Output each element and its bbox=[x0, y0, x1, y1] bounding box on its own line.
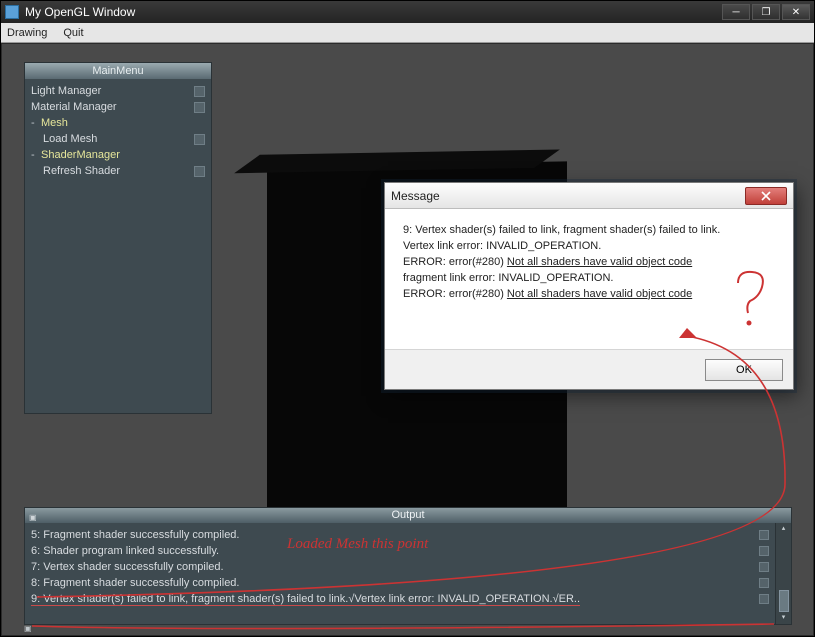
mainmenu-tree: Light Manager Material Manager -Mesh Loa… bbox=[25, 79, 211, 183]
menu-drawing[interactable]: Drawing bbox=[7, 27, 47, 39]
window-titlebar: My OpenGL Window ─ ❐ ✕ bbox=[1, 1, 814, 23]
scroll-down-icon[interactable]: ▾ bbox=[779, 614, 789, 622]
tree-item-load-mesh[interactable]: Load Mesh bbox=[29, 131, 207, 147]
menu-quit[interactable]: Quit bbox=[63, 27, 83, 39]
collapse-icon[interactable]: - bbox=[31, 149, 39, 161]
dialog-text-line: ERROR: error(#280) Not all shaders have … bbox=[403, 255, 775, 271]
dialog-text-line: 9: Vertex shader(s) failed to link, frag… bbox=[403, 223, 775, 239]
minimize-button[interactable]: ─ bbox=[722, 4, 750, 20]
log-line[interactable]: 8: Fragment shader successfully compiled… bbox=[31, 575, 769, 591]
panel-pin-icon[interactable]: ▣ bbox=[29, 510, 37, 525]
checkbox-icon[interactable] bbox=[194, 102, 205, 113]
scroll-up-icon[interactable]: ▴ bbox=[779, 525, 789, 533]
checkbox-icon[interactable] bbox=[759, 578, 769, 588]
output-header: ▣ Output bbox=[25, 508, 791, 523]
collapse-icon[interactable]: - bbox=[31, 117, 39, 129]
app-icon bbox=[5, 5, 19, 19]
checkbox-icon[interactable] bbox=[194, 134, 205, 145]
checkbox-icon[interactable] bbox=[759, 594, 769, 604]
dialog-text-line: ERROR: error(#280) Not all shaders have … bbox=[403, 287, 775, 303]
dialog-body: 9: Vertex shader(s) failed to link, frag… bbox=[385, 209, 793, 349]
dialog-text-line: fragment link error: INVALID_OPERATION. bbox=[403, 271, 775, 287]
dialog-text-line: Vertex link error: INVALID_OPERATION. bbox=[403, 239, 775, 255]
ok-button[interactable]: OK bbox=[705, 359, 783, 381]
checkbox-icon[interactable] bbox=[759, 562, 769, 572]
dialog-titlebar[interactable]: Message bbox=[385, 183, 793, 209]
checkbox-icon[interactable] bbox=[194, 86, 205, 97]
panel-footer-icon: ▣ bbox=[24, 624, 32, 633]
dialog-close-button[interactable] bbox=[745, 187, 787, 205]
scroll-thumb[interactable] bbox=[779, 590, 789, 612]
tree-item-light-manager[interactable]: Light Manager bbox=[29, 83, 207, 99]
checkbox-icon[interactable] bbox=[759, 546, 769, 556]
log-line[interactable]: 6: Shader program linked successfully. bbox=[31, 543, 769, 559]
tree-item-shadermanager[interactable]: -ShaderManager bbox=[29, 147, 207, 163]
tree-item-refresh-shader[interactable]: Refresh Shader bbox=[29, 163, 207, 179]
close-icon bbox=[760, 191, 772, 201]
output-scrollbar[interactable]: ▴ ▾ bbox=[775, 523, 791, 624]
output-panel: ▣ Output 5: Fragment shader successfully… bbox=[24, 507, 792, 625]
log-line[interactable]: 5: Fragment shader successfully compiled… bbox=[31, 527, 769, 543]
window-title: My OpenGL Window bbox=[25, 5, 135, 19]
gl-viewport: MainMenu Light Manager Material Manager … bbox=[2, 44, 813, 635]
log-line[interactable]: 7: Vertex shader successfully compiled. bbox=[31, 559, 769, 575]
tree-item-mesh[interactable]: -Mesh bbox=[29, 115, 207, 131]
menu-bar: Drawing Quit bbox=[1, 23, 814, 43]
mainmenu-header: MainMenu bbox=[25, 63, 211, 79]
dialog-title: Message bbox=[391, 189, 440, 203]
output-log: 5: Fragment shader successfully compiled… bbox=[25, 523, 775, 624]
message-dialog: Message 9: Vertex shader(s) failed to li… bbox=[384, 182, 794, 390]
mainmenu-panel: MainMenu Light Manager Material Manager … bbox=[24, 62, 212, 414]
checkbox-icon[interactable] bbox=[194, 166, 205, 177]
tree-item-material-manager[interactable]: Material Manager bbox=[29, 99, 207, 115]
maximize-button[interactable]: ❐ bbox=[752, 4, 780, 20]
log-line-error[interactable]: 9: Vertex shader(s) failed to link, frag… bbox=[31, 591, 769, 607]
checkbox-icon[interactable] bbox=[759, 530, 769, 540]
close-button[interactable]: ✕ bbox=[782, 4, 810, 20]
